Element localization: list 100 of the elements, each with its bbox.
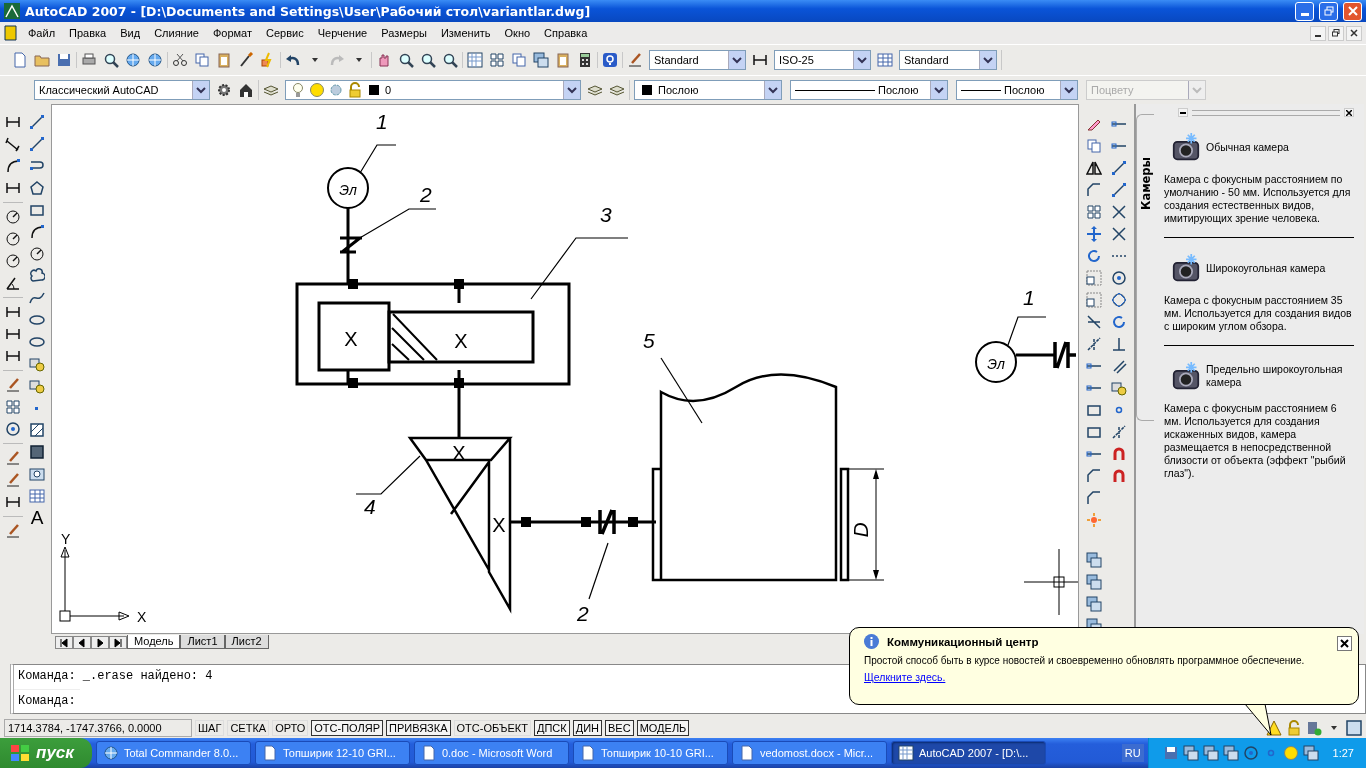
pen-dimension-icon[interactable] — [5, 472, 21, 488]
perpendicular-icon[interactable] — [1111, 336, 1127, 352]
block-shapes-icon[interactable] — [29, 378, 45, 394]
region-icon[interactable] — [29, 466, 45, 482]
rotate-icon[interactable] — [1111, 314, 1127, 330]
target-circle-icon[interactable] — [5, 421, 21, 437]
undo-arrow-icon[interactable] — [285, 52, 301, 68]
camera-icon[interactable] — [1170, 254, 1202, 282]
close-button[interactable] — [1337, 636, 1352, 651]
restore-button[interactable] — [1328, 25, 1344, 41]
last-tab-button[interactable] — [109, 636, 127, 649]
menu-item[interactable]: Сервис — [260, 25, 310, 41]
status-toggle[interactable]: ДПСК — [534, 720, 570, 736]
cross-icon[interactable] — [1111, 204, 1127, 220]
taskbar-button[interactable]: 0.doc - Microsoft Word — [413, 741, 569, 765]
taskbar-button[interactable]: Топширик 12-10 GRI... — [254, 741, 410, 765]
status-toggle[interactable]: ОРТО — [272, 720, 309, 736]
next-tab-button[interactable] — [91, 636, 109, 649]
close-button[interactable] — [1346, 25, 1362, 41]
rectangle-icon[interactable] — [1086, 402, 1102, 418]
copy-pages-icon[interactable] — [511, 52, 527, 68]
tool-name[interactable]: Предельно широкоугольная камера — [1206, 363, 1354, 389]
dimension-icon[interactable] — [5, 114, 21, 130]
dimension-icon[interactable] — [5, 326, 21, 342]
tool-name[interactable]: Обычная камера — [1206, 140, 1289, 154]
layers-icon[interactable] — [263, 82, 279, 98]
dimension-icon[interactable] — [5, 180, 21, 196]
menu-item[interactable]: Вид — [114, 25, 147, 41]
dimension-icon[interactable] — [5, 304, 21, 320]
pen-dimension-icon[interactable] — [5, 523, 21, 539]
circle-radius-icon[interactable] — [5, 253, 21, 269]
trim-lines-icon[interactable] — [1086, 314, 1102, 330]
scale-squares-icon[interactable] — [1086, 292, 1102, 308]
extend-lines-icon[interactable] — [1086, 336, 1102, 352]
layout-tab[interactable]: Лист1 — [180, 635, 225, 649]
balloon-link[interactable]: Щелкните здесь. — [864, 671, 946, 683]
magnifier-icon[interactable] — [103, 52, 119, 68]
palette-tab[interactable]: Камеры — [1136, 114, 1154, 421]
angle-icon[interactable] — [5, 275, 21, 291]
ellipse-icon[interactable] — [29, 312, 45, 328]
table-icon[interactable] — [29, 488, 45, 504]
grid-squares-icon[interactable] — [1086, 204, 1102, 220]
collapse-button[interactable] — [1178, 108, 1188, 117]
menu-item[interactable]: Размеры — [375, 25, 433, 41]
calculator-icon[interactable] — [577, 52, 593, 68]
menu-item[interactable]: Файл — [22, 25, 62, 41]
shield-check-icon[interactable] — [1306, 720, 1322, 736]
layout-tab[interactable]: Модель — [127, 635, 181, 649]
camera-icon[interactable] — [1170, 362, 1202, 390]
line-icon[interactable] — [1111, 160, 1127, 176]
clipboard-icon[interactable] — [216, 52, 232, 68]
menu-item[interactable]: Окно — [498, 25, 537, 41]
chamfer-corner-icon[interactable] — [1086, 182, 1102, 198]
previous-tab-button[interactable] — [73, 636, 91, 649]
text-tool-button[interactable]: A — [30, 510, 44, 526]
extend-lines-icon[interactable] — [1111, 424, 1127, 440]
diamond-circle-icon[interactable] — [1111, 292, 1127, 308]
brush-icon[interactable] — [238, 52, 254, 68]
diagonal-arrow-icon[interactable] — [5, 136, 21, 152]
layers-icon[interactable] — [587, 82, 603, 98]
status-toggle[interactable]: ШАГ — [195, 720, 225, 736]
line-icon[interactable] — [29, 136, 45, 152]
circle-radius-icon[interactable] — [5, 231, 21, 247]
globe-icon[interactable] — [147, 52, 163, 68]
new-page-icon[interactable] — [12, 52, 28, 68]
status-toggle[interactable]: МОДЕЛЬ — [636, 720, 690, 736]
hand-icon[interactable] — [376, 52, 392, 68]
cross-icon[interactable] — [1111, 226, 1127, 242]
chamfer-corner-icon[interactable] — [1086, 490, 1102, 506]
status-toggle[interactable]: ПРИВЯЗКА — [386, 720, 451, 736]
magnifier-icon[interactable] — [420, 52, 436, 68]
menu-item[interactable]: Справка — [538, 25, 594, 41]
layer-dropdown[interactable]: 0 — [285, 80, 581, 100]
menu-item[interactable]: Слияние — [148, 25, 205, 41]
cloud-icon[interactable] — [29, 268, 45, 284]
dimension-style-dropdown[interactable]: ISO-25 — [774, 50, 871, 70]
hatch-icon[interactable] — [29, 422, 45, 438]
minimize-button[interactable] — [1310, 25, 1326, 41]
color-dropdown[interactable]: Послою — [634, 80, 782, 100]
house-icon[interactable] — [238, 82, 254, 98]
dimension-icon[interactable] — [5, 348, 21, 364]
help-icon[interactable] — [602, 52, 618, 68]
first-tab-button[interactable] — [55, 636, 73, 649]
pen-dimension-icon[interactable] — [5, 450, 21, 466]
pentagon-icon[interactable] — [29, 180, 45, 196]
folder-icon[interactable] — [34, 52, 50, 68]
palette-grid-icon[interactable] — [467, 52, 483, 68]
camera-icon[interactable] — [1170, 133, 1202, 161]
move-arrows-icon[interactable] — [1086, 226, 1102, 242]
scale-squares-icon[interactable] — [1086, 270, 1102, 286]
text-style-dropdown[interactable]: Standard — [649, 50, 746, 70]
lineweight-dropdown[interactable]: Послою — [956, 80, 1078, 100]
grid-squares-icon[interactable] — [5, 399, 21, 415]
pen-dimension-icon[interactable] — [627, 52, 643, 68]
linetype-dropdown[interactable]: Послою — [790, 80, 948, 100]
menu-item[interactable]: Изменить — [434, 25, 497, 41]
scissors-icon[interactable] — [172, 52, 188, 68]
grid-squares-icon[interactable] — [489, 52, 505, 68]
magnet-icon[interactable] — [1111, 468, 1127, 484]
taskbar-button[interactable]: vedomost.docx - Micr... — [731, 741, 887, 765]
